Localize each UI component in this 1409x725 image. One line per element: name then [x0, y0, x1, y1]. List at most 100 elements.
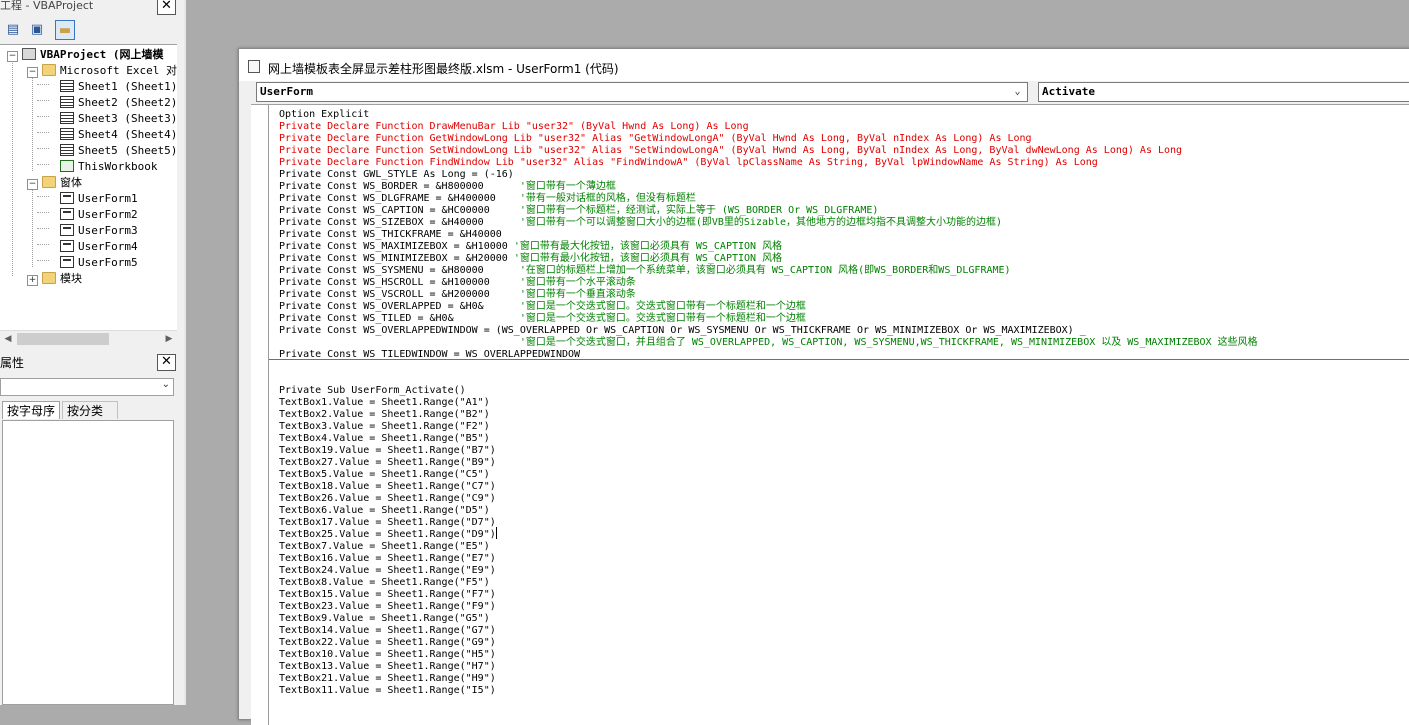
margin-indicator-bar[interactable]: [251, 105, 269, 725]
code-line[interactable]: TextBox25.Value = Sheet1.Range("D9"): [279, 529, 1409, 541]
code-line[interactable]: TextBox3.Value = Sheet1.Range("F2"): [279, 421, 1409, 433]
tree-item-userform3[interactable]: UserForm3: [60, 223, 138, 239]
pane-splitter[interactable]: [184, 0, 186, 705]
tree-item-label: 模块: [60, 272, 82, 285]
tree-item-userform1[interactable]: UserForm1: [60, 191, 138, 207]
code-line[interactable]: TextBox16.Value = Sheet1.Range("E7"): [279, 553, 1409, 565]
tree-item-sheet3[interactable]: Sheet3 (Sheet3): [60, 111, 177, 127]
procedure-select[interactable]: Activate: [1038, 82, 1409, 102]
tree-item-sheet4[interactable]: Sheet4 (Sheet4): [60, 127, 177, 143]
code-comment: '窗口带有最大化按钮，该窗口必须具有 WS_CAPTION 风格: [513, 241, 783, 252]
scroll-left-icon[interactable]: ◀: [0, 331, 16, 347]
code-line[interactable]: Option Explicit: [279, 109, 1409, 121]
tree-folder-forms[interactable]: 窗体: [42, 175, 82, 191]
tree-item-vbaproject[interactable]: VBAProject (网上墙模: [22, 47, 163, 63]
tree-folder-modules[interactable]: 模块: [42, 271, 82, 287]
code-line[interactable]: '窗口是一个交迭式窗口，并且组合了 WS_OVERLAPPED, WS_CAPT…: [279, 337, 1409, 349]
code-line-blank[interactable]: [279, 361, 1409, 373]
code-line[interactable]: Private Const WS_THICKFRAME = &H40000: [279, 229, 1409, 241]
code-window-title-bar[interactable]: 网上墙模板表全屏显示差柱形图最终版.xlsm - UserForm1 (代码): [239, 49, 1409, 81]
scrollbar-thumb[interactable]: [17, 333, 109, 345]
code-comment: '窗口是一个交迭式窗口。交迭式窗口带有一个标题栏和一个边框: [519, 301, 806, 312]
code-comment: '带有一般对话框的风格，但没有标题栏: [519, 193, 696, 204]
code-line[interactable]: Private Const WS_OVERLAPPED = &H0& '窗口是一…: [279, 301, 1409, 313]
code-line[interactable]: Private Const WS_TILED = &H0& '窗口是一个交迭式窗…: [279, 313, 1409, 325]
code-line[interactable]: TextBox5.Value = Sheet1.Range("C5"): [279, 469, 1409, 481]
tab-categorized[interactable]: 按分类序: [62, 401, 118, 436]
code-line[interactable]: TextBox8.Value = Sheet1.Range("F5"): [279, 577, 1409, 589]
properties-object-select[interactable]: ⌄: [0, 378, 174, 396]
code-line[interactable]: Private Declare Function FindWindow Lib …: [279, 157, 1409, 169]
code-line[interactable]: TextBox19.Value = Sheet1.Range("B7"): [279, 445, 1409, 457]
tree-item-label: UserForm4: [78, 240, 138, 253]
code-line[interactable]: TextBox4.Value = Sheet1.Range("B5"): [279, 433, 1409, 445]
tree-item-userform2[interactable]: UserForm2: [60, 207, 138, 223]
code-line[interactable]: TextBox9.Value = Sheet1.Range("G5"): [279, 613, 1409, 625]
code-line[interactable]: Private Const WS_VSCROLL = &H200000 '窗口带…: [279, 289, 1409, 301]
collapse-icon[interactable]: −: [27, 179, 38, 190]
code-line[interactable]: Private Const WS_OVERLAPPEDWINDOW = (WS_…: [279, 325, 1409, 337]
code-line[interactable]: TextBox6.Value = Sheet1.Range("D5"): [279, 505, 1409, 517]
code-line[interactable]: TextBox2.Value = Sheet1.Range("B2"): [279, 409, 1409, 421]
tree-folder-excel-objects[interactable]: Microsoft Excel 对象: [42, 63, 177, 79]
code-text[interactable]: Option Explicit Private Declare Function …: [279, 109, 1409, 697]
code-line[interactable]: Private Const WS_MINIMIZEBOX = &H20000 '…: [279, 253, 1409, 265]
scroll-right-icon[interactable]: ▶: [161, 331, 177, 347]
tree-item-userform5[interactable]: UserForm5: [60, 255, 138, 271]
code-editor[interactable]: Option Explicit Private Declare Function …: [251, 104, 1409, 725]
tree-horizontal-scrollbar[interactable]: ◀ ▶: [0, 330, 177, 347]
code-line[interactable]: Private Declare Function DrawMenuBar Lib…: [279, 121, 1409, 133]
code-line[interactable]: TextBox23.Value = Sheet1.Range("F9"): [279, 601, 1409, 613]
code-line[interactable]: TextBox27.Value = Sheet1.Range("B9"): [279, 457, 1409, 469]
properties-grid[interactable]: [2, 420, 174, 705]
code-line[interactable]: TextBox21.Value = Sheet1.Range("H9"): [279, 673, 1409, 685]
object-select[interactable]: UserForm ⌄: [256, 82, 1028, 102]
code-line[interactable]: Private Const WS_MAXIMIZEBOX = &H10000 '…: [279, 241, 1409, 253]
open-folder-icon: [42, 64, 56, 76]
properties-title-bar: 属性 ✕: [0, 352, 184, 372]
code-line[interactable]: Private Const WS_CAPTION = &HC00000 '窗口带…: [279, 205, 1409, 217]
code-statement: Private Const WS_MINIMIZEBOX = &H20000: [279, 253, 514, 264]
tree-item-sheet2[interactable]: Sheet2 (Sheet2): [60, 95, 177, 111]
code-line[interactable]: Private Const WS_DLGFRAME = &H400000 '带有…: [279, 193, 1409, 205]
chevron-down-icon[interactable]: ⌄: [1010, 83, 1025, 101]
code-line-blank[interactable]: [279, 373, 1409, 385]
code-line[interactable]: TextBox13.Value = Sheet1.Range("H7"): [279, 661, 1409, 673]
view-code-icon[interactable]: ▤: [3, 20, 23, 40]
code-statement: Private Declare Function SetWindowLong L…: [279, 145, 1183, 156]
collapse-icon[interactable]: −: [27, 67, 38, 78]
code-line[interactable]: Private Declare Function SetWindowLong L…: [279, 145, 1409, 157]
code-line[interactable]: Private Sub UserForm_Activate(): [279, 385, 1409, 397]
expand-icon[interactable]: +: [27, 275, 38, 286]
code-line[interactable]: Private Const GWL_STYLE As Long = (-16): [279, 169, 1409, 181]
tree-item-thisworkbook[interactable]: ThisWorkbook: [60, 159, 157, 175]
code-line[interactable]: TextBox17.Value = Sheet1.Range("D7"): [279, 517, 1409, 529]
collapse-icon[interactable]: −: [7, 51, 18, 62]
tree-item-userform4[interactable]: UserForm4: [60, 239, 138, 255]
code-line[interactable]: TextBox24.Value = Sheet1.Range("E9"): [279, 565, 1409, 577]
code-line[interactable]: TextBox10.Value = Sheet1.Range("H5"): [279, 649, 1409, 661]
code-line[interactable]: TextBox7.Value = Sheet1.Range("E5"): [279, 541, 1409, 553]
code-line[interactable]: Private Declare Function GetWindowLong L…: [279, 133, 1409, 145]
code-line[interactable]: Private Const WS_SIZEBOX = &H40000 '窗口带有…: [279, 217, 1409, 229]
code-line[interactable]: TextBox15.Value = Sheet1.Range("F7"): [279, 589, 1409, 601]
toggle-folders-icon[interactable]: ▬: [55, 20, 75, 40]
tree-item-sheet5[interactable]: Sheet5 (Sheet5): [60, 143, 177, 159]
code-line[interactable]: Private Const WS_BORDER = &H800000 '窗口带有…: [279, 181, 1409, 193]
tree-item-sheet1[interactable]: Sheet1 (Sheet1): [60, 79, 177, 95]
close-icon[interactable]: ✕: [157, 354, 176, 371]
tab-alphabetic[interactable]: 按字母序: [2, 401, 60, 419]
close-icon[interactable]: ✕: [157, 0, 176, 15]
code-line[interactable]: TextBox14.Value = Sheet1.Range("G7"): [279, 625, 1409, 637]
code-line[interactable]: Private Const WS_SYSMENU = &H80000 '在窗口的…: [279, 265, 1409, 277]
code-line[interactable]: TextBox22.Value = Sheet1.Range("G9"): [279, 637, 1409, 649]
code-line[interactable]: Private Const WS_HSCROLL = &H100000 '窗口带…: [279, 277, 1409, 289]
code-line[interactable]: TextBox11.Value = Sheet1.Range("I5"): [279, 685, 1409, 697]
code-line[interactable]: TextBox26.Value = Sheet1.Range("C9"): [279, 493, 1409, 505]
view-object-icon[interactable]: ▣: [27, 20, 47, 40]
code-line[interactable]: TextBox18.Value = Sheet1.Range("C7"): [279, 481, 1409, 493]
code-line[interactable]: TextBox1.Value = Sheet1.Range("A1"): [279, 397, 1409, 409]
code-statement: Private Const WS_VSCROLL = &H200000: [279, 289, 520, 300]
code-statement: Private Const WS_TILED = &H0&: [279, 313, 520, 324]
chevron-down-icon[interactable]: ⌄: [162, 379, 170, 390]
